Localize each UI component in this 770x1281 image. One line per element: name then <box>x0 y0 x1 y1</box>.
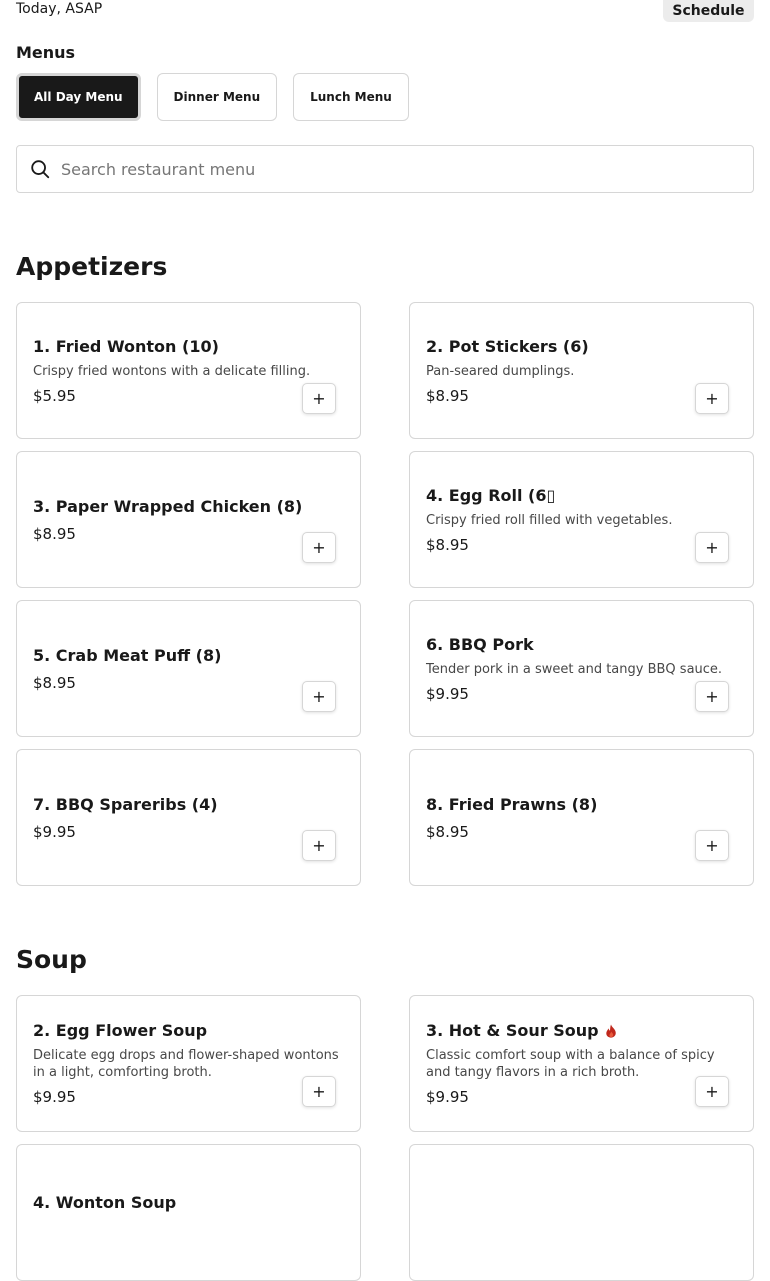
menu-search-box[interactable] <box>16 145 754 193</box>
schedule-button[interactable]: Schedule <box>663 0 754 22</box>
add-item-button[interactable]: + <box>302 532 336 563</box>
item-name-row: 3. Hot & Sour Soup <box>426 1020 737 1042</box>
menus-heading: Menus <box>16 43 76 62</box>
item-price: $9.95 <box>426 684 469 703</box>
item-description: Classic comfort soup with a balance of s… <box>426 1048 715 1080</box>
add-item-button[interactable]: + <box>695 1076 729 1107</box>
item-description: Delicate egg drops and flower-shaped won… <box>33 1048 339 1080</box>
item-name: 5. Crab Meat Puff (8) <box>33 645 222 665</box>
order-time-row: Today, ASAP Schedule <box>16 0 754 24</box>
add-item-button[interactable]: + <box>695 681 729 712</box>
menu-item-card[interactable] <box>409 1144 754 1281</box>
tab-lunch-menu[interactable]: Lunch Menu <box>293 73 409 121</box>
menu-item-card[interactable]: 3. Paper Wrapped Chicken (8) $8.95 + <box>16 451 361 588</box>
item-name: 4. Egg Roll (6▯ <box>426 485 556 505</box>
item-price: $9.95 <box>33 1088 76 1106</box>
tab-dinner-menu[interactable]: Dinner Menu <box>156 73 278 121</box>
item-name: 4. Wonton Soup <box>33 1192 177 1212</box>
section-title-soup: Soup <box>16 945 87 974</box>
item-description: Crispy fried roll filled with vegetables… <box>426 512 673 528</box>
item-price: $9.95 <box>33 822 76 841</box>
item-price: $8.95 <box>33 524 76 543</box>
item-description: Crispy fried wontons with a delicate fil… <box>33 363 311 379</box>
menu-item-card[interactable]: 6. BBQ Pork Tender pork in a sweet and t… <box>409 600 754 737</box>
menu-item-card[interactable]: 4. Wonton Soup <box>16 1144 361 1281</box>
order-time-label: Today, ASAP <box>16 1 103 17</box>
spicy-flame-icon <box>605 1024 616 1038</box>
item-name: 3. Paper Wrapped Chicken (8) <box>33 496 303 516</box>
add-item-button[interactable]: + <box>302 1076 336 1107</box>
item-name: 2. Egg Flower Soup <box>33 1021 208 1040</box>
item-price: $5.95 <box>33 386 76 405</box>
menu-item-card[interactable]: 2. Egg Flower Soup Delicate egg drops an… <box>16 995 361 1132</box>
add-item-button[interactable]: + <box>695 830 729 861</box>
item-name: 2. Pot Stickers (6) <box>426 336 589 356</box>
section-title-appetizers: Appetizers <box>16 252 168 281</box>
menu-item-card[interactable]: 7. BBQ Spareribs (4) $9.95 + <box>16 749 361 886</box>
tab-all-day-menu[interactable]: All Day Menu <box>16 73 141 121</box>
item-name: 3. Hot & Sour Soup <box>426 1021 599 1040</box>
item-name: 6. BBQ Pork <box>426 634 534 654</box>
menu-tabs: All Day Menu Dinner Menu Lunch Menu <box>16 73 409 121</box>
menu-item-card[interactable]: 1. Fried Wonton (10) Crispy fried wonton… <box>16 302 361 439</box>
menu-item-card[interactable]: 3. Hot & Sour Soup Classic comfort soup … <box>409 995 754 1132</box>
item-price: $9.95 <box>426 1088 469 1106</box>
item-description: Tender pork in a sweet and tangy BBQ sau… <box>426 661 723 677</box>
menu-item-card[interactable]: 4. Egg Roll (6▯ Crispy fried roll filled… <box>409 451 754 588</box>
add-item-button[interactable]: + <box>302 383 336 414</box>
item-price: $8.95 <box>426 535 469 554</box>
menu-item-card[interactable]: 8. Fried Prawns (8) $8.95 + <box>409 749 754 886</box>
item-price: $8.95 <box>33 673 76 692</box>
add-item-button[interactable]: + <box>302 830 336 861</box>
item-description: Pan-seared dumplings. <box>426 363 575 379</box>
search-input[interactable] <box>59 148 753 190</box>
item-name: 7. BBQ Spareribs (4) <box>33 794 218 814</box>
menu-item-card[interactable]: 2. Pot Stickers (6) Pan-seared dumplings… <box>409 302 754 439</box>
add-item-button[interactable]: + <box>695 532 729 563</box>
add-item-button[interactable]: + <box>302 681 336 712</box>
item-price: $8.95 <box>426 822 469 841</box>
item-name: 8. Fried Prawns (8) <box>426 794 598 814</box>
item-price: $8.95 <box>426 386 469 405</box>
menu-item-card[interactable]: 5. Crab Meat Puff (8) $8.95 + <box>16 600 361 737</box>
add-item-button[interactable]: + <box>695 383 729 414</box>
search-icon <box>31 160 50 179</box>
item-name: 1. Fried Wonton (10) <box>33 336 219 356</box>
